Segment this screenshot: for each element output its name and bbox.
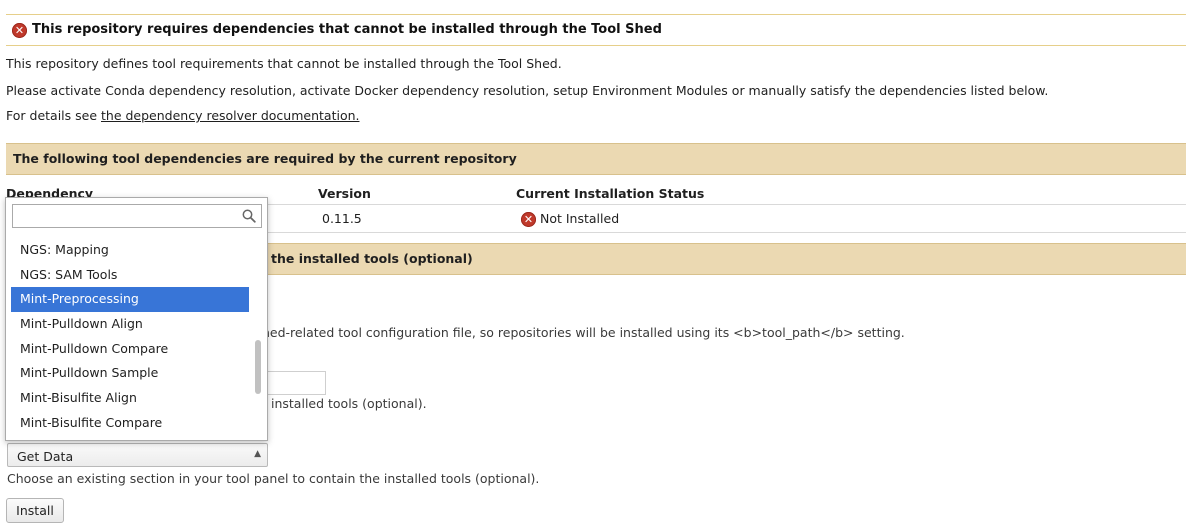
- search-icon: [242, 209, 256, 223]
- dropdown-option[interactable]: Mint-Bisulfite Align: [11, 386, 249, 411]
- new-section-hint: installed tools (optional).: [271, 396, 427, 411]
- dependency-status: Not Installed: [540, 211, 620, 226]
- dropdown-options: NGS: Mapping NGS: SAM Tools Mint-Preproc…: [11, 238, 249, 436]
- warning-panel: ✕ This repository requires dependencies …: [6, 15, 1186, 46]
- dropdown-option[interactable]: Mint-Pulldown Align: [11, 312, 249, 337]
- dropdown-option[interactable]: Mint-Pulldown Compare: [11, 337, 249, 362]
- dependency-version: 0.11.5: [322, 211, 362, 226]
- caret-up-icon: ▲: [254, 449, 261, 459]
- dropdown-scrollbar-thumb[interactable]: [255, 340, 261, 394]
- dropdown-scrollbar[interactable]: [253, 238, 263, 436]
- warning-line-1: This repository defines tool requirement…: [6, 56, 562, 71]
- dropdown-option-highlighted[interactable]: Mint-Preprocessing: [11, 287, 249, 313]
- dropdown-search-box[interactable]: [12, 204, 262, 228]
- install-button[interactable]: Install: [6, 498, 64, 523]
- new-section-input[interactable]: [262, 371, 326, 395]
- details-line: For details see the dependency resolver …: [6, 108, 359, 123]
- error-icon: ✕: [12, 23, 27, 38]
- dropdown-option[interactable]: NGS: SAM Tools: [11, 263, 249, 288]
- dropdown-option[interactable]: NGS: Mapping: [11, 238, 249, 263]
- tool-section-select[interactable]: Get Data ▲: [7, 443, 268, 467]
- truncated-footnote: [6, 525, 746, 530]
- column-status: Current Installation Status: [516, 186, 705, 201]
- column-version: Version: [318, 186, 371, 201]
- dependencies-header: The following tool dependencies are requ…: [6, 143, 1186, 175]
- dependency-resolver-docs-link[interactable]: the dependency resolver documentation.: [101, 108, 359, 123]
- dependencies-heading: The following tool dependencies are requ…: [13, 151, 517, 166]
- tool-section-dropdown: NGS: Mapping NGS: SAM Tools Mint-Preproc…: [5, 197, 268, 441]
- error-icon: ✕: [521, 212, 536, 227]
- existing-section-hint: Choose an existing section in your tool …: [7, 471, 540, 486]
- warning-title: This repository requires dependencies th…: [32, 22, 662, 37]
- tool-config-note: hed-related tool configuration file, so …: [262, 325, 905, 340]
- details-prefix: For details see: [6, 108, 101, 123]
- warning-line-2: Please activate Conda dependency resolut…: [6, 83, 1049, 98]
- dropdown-search-input[interactable]: [17, 206, 241, 228]
- dropdown-option[interactable]: Mint-Pulldown Sample: [11, 361, 249, 386]
- tool-panel-heading: the installed tools (optional): [271, 251, 473, 266]
- dropdown-option[interactable]: Mint-Bisulfite Compare: [11, 411, 249, 436]
- tool-section-selected: Get Data: [17, 449, 74, 464]
